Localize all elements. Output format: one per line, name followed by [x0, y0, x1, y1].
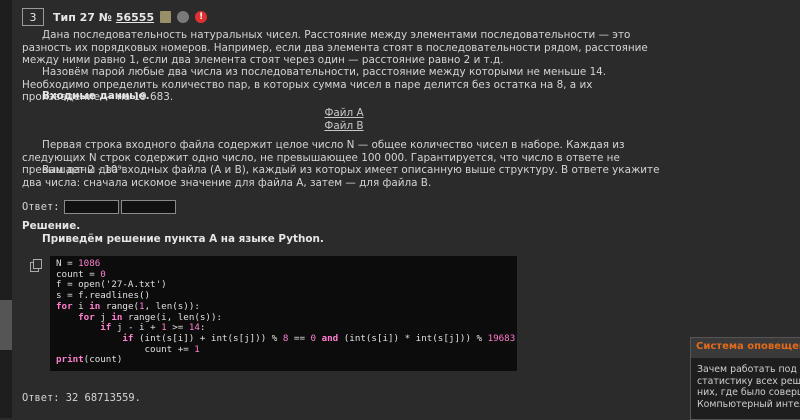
file-b-link[interactable]: Файл B: [0, 120, 688, 133]
answer-field-a[interactable]: [63, 200, 119, 214]
status-circle-icon[interactable]: [177, 11, 190, 23]
solution-heading: Решение.: [22, 220, 81, 232]
files-links: Файл A Файл B: [0, 107, 688, 132]
notification-line: статистику всех реше: [697, 375, 800, 387]
code-block: N = 1086 count = 0 f = open('27-A.txt') …: [50, 256, 517, 371]
final-answer: Ответ: 32 68713559.: [22, 392, 141, 404]
scrollbar-thumb[interactable]: [0, 300, 12, 350]
report-error-icon[interactable]: !: [195, 11, 208, 23]
task-number: 3: [22, 8, 44, 26]
file-a-link[interactable]: Файл A: [0, 107, 688, 120]
notification-line: Компьютерный интел: [697, 398, 800, 410]
notification-body: Зачем работать под с статистику всех реш…: [691, 358, 800, 410]
input-heading: Входные данные.: [42, 90, 150, 102]
task-type: Тип 27 № 56555: [53, 10, 155, 24]
answer-label: Ответ:: [22, 201, 60, 213]
answer-row: Ответ:: [22, 200, 176, 214]
statement-p4: Вам даны два входных файла (A и B), кажд…: [22, 164, 660, 189]
statement-p1: Дана последовательность натуральных чисе…: [22, 29, 648, 66]
clipboard-icon[interactable]: [160, 11, 172, 23]
answer-field-b[interactable]: [120, 200, 176, 214]
task-header: 3 Тип 27 № 56555 !: [22, 8, 208, 26]
notification-line: них, где было соверш: [697, 387, 800, 398]
notification-title: Система оповещени: [691, 338, 800, 358]
code-text: N = 1086 count = 0 f = open('27-A.txt') …: [56, 258, 516, 366]
left-scrollbar[interactable]: [0, 0, 12, 418]
solution-intro: Приведём решение пункта A на языке Pytho…: [42, 233, 324, 245]
task-id-link[interactable]: 56555: [116, 11, 154, 24]
copy-code-icon[interactable]: [30, 259, 42, 272]
notification-line: Зачем работать под с: [697, 364, 800, 375]
notification-panel[interactable]: Система оповещени Зачем работать под с с…: [690, 337, 800, 420]
